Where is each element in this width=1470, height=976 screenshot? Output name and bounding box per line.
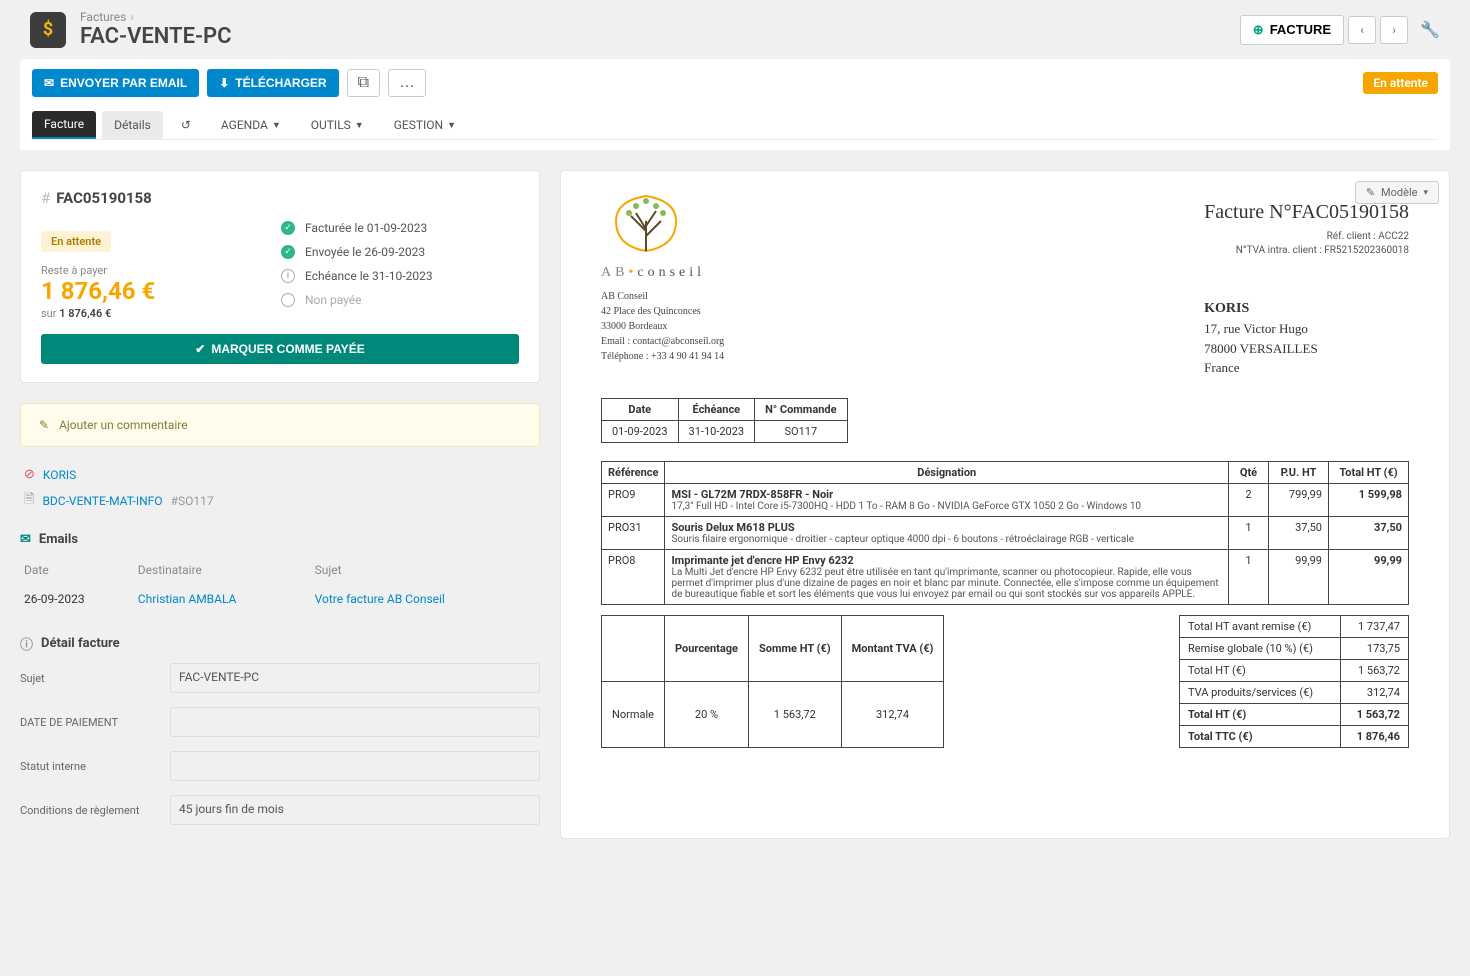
related-links: ⊘ KORIS 🗎 BDC-VENTE-MAT-INFO #SO117 <box>20 467 540 512</box>
tab-details[interactable]: Détails <box>102 111 163 139</box>
total-line: sur 1 876,46 € <box>41 307 241 320</box>
mark-paid-button[interactable]: ✔ MARQUER COMME PAYÉE <box>41 334 519 364</box>
line-row: PRO9MSI - GL72M 7RDX-858FR - Noir17,3" F… <box>602 483 1409 516</box>
lines-table: Référence Désignation Qté P.U. HT Total … <box>601 461 1409 605</box>
info-icon: ⓘ <box>20 634 33 653</box>
invoice-number: #FAC05190158 <box>41 189 519 207</box>
mail-icon: ✉ <box>20 532 31 547</box>
check-icon: ✓ <box>281 221 295 235</box>
tab-facture[interactable]: Facture <box>32 111 96 139</box>
status-badge: En attente <box>1363 72 1438 94</box>
empty-icon <box>281 293 295 307</box>
action-card: ✉ ENVOYER PAR EMAIL ⬇ TÉLÉCHARGER ⧉ … En… <box>20 59 1450 150</box>
timeline: ✓Facturée le 01-09-2023 ✓Envoyée le 26-0… <box>281 221 519 320</box>
plus-icon: ⊕ <box>1253 22 1264 38</box>
invoice-preview: ✎ Modèle ▾ AB•conseil AB Conseil 42 Plac… <box>560 170 1450 839</box>
model-button[interactable]: ✎ Modèle ▾ <box>1355 181 1439 204</box>
document-icon: 🗎 <box>24 490 34 512</box>
history-icon: ↺ <box>181 118 191 132</box>
check-icon: ✔ <box>195 342 205 356</box>
recipient-link[interactable]: Christian AMBALA <box>138 592 237 606</box>
preview-title: Facture N°FAC05190158 <box>1204 201 1409 224</box>
page-title: FAC-VENTE-PC <box>80 24 232 49</box>
subject-link[interactable]: Votre facture AB Conseil <box>315 592 445 606</box>
pencil-icon: ✎ <box>39 418 49 432</box>
emails-section: ✉Emails Date Destinataire Sujet 26-09-20… <box>20 532 540 614</box>
totals-table: Total HT avant remise (€)1 737,47Remise … <box>1179 615 1409 748</box>
remaining-label: Reste à payer <box>41 264 241 277</box>
new-invoice-button[interactable]: ⊕ FACTURE <box>1240 15 1344 45</box>
next-button[interactable]: › <box>1380 16 1408 44</box>
copy-button[interactable]: ⧉ <box>347 69 380 97</box>
terms-input[interactable]: 45 jours fin de mois <box>170 795 540 825</box>
meta-table: DateÉchéanceN° Commande 01-09-202331-10-… <box>601 398 848 443</box>
remaining-amount: 1 876,46 € <box>41 277 241 305</box>
more-button[interactable]: … <box>388 69 426 97</box>
order-link[interactable]: BDC-VENTE-MAT-INFO <box>42 494 162 508</box>
email-row[interactable]: 26-09-2023 Christian AMBALA Votre factur… <box>20 584 540 615</box>
payment-date-input[interactable] <box>170 707 540 737</box>
pencil-icon: ✎ <box>1366 186 1375 199</box>
download-icon: ⬇ <box>219 76 229 90</box>
info-icon: i <box>281 269 295 283</box>
status-pill: En attente <box>41 231 111 252</box>
subject-input[interactable]: FAC-VENTE-PC <box>170 663 540 693</box>
module-icon: $ <box>30 12 66 48</box>
tab-gestion[interactable]: GESTION▼ <box>382 111 468 139</box>
mail-icon: ✉ <box>44 76 54 90</box>
check-icon: ✓ <box>281 245 295 259</box>
detail-section: ⓘDétail facture Sujet FAC-VENTE-PC DATE … <box>20 634 540 839</box>
page-header: $ Factures› FAC-VENTE-PC ⊕ FACTURE ‹ › 🔧 <box>0 0 1470 59</box>
download-button[interactable]: ⬇ TÉLÉCHARGER <box>207 69 338 97</box>
tab-agenda[interactable]: AGENDA▼ <box>209 111 293 139</box>
line-row: PRO8Imprimante jet d'encre HP Envy 6232L… <box>602 549 1409 604</box>
vendor-logo: AB•conseil AB Conseil 42 Place des Quinc… <box>601 191 724 364</box>
tax-table: PourcentageSomme HT (€)Montant TVA (€) N… <box>601 615 944 748</box>
client-block: KORIS 17, rue Victor Hugo 78000 VERSAILL… <box>1204 298 1409 378</box>
warning-icon: ⊘ <box>24 467 35 482</box>
add-comment-button[interactable]: ✎ Ajouter un commentaire <box>20 403 540 447</box>
breadcrumb[interactable]: Factures› <box>80 10 232 24</box>
line-row: PRO31Souris Delux M618 PLUSSouris filair… <box>602 516 1409 549</box>
tab-tools[interactable]: OUTILS▼ <box>299 111 376 139</box>
client-link[interactable]: KORIS <box>43 468 76 482</box>
tab-history[interactable]: ↺ <box>169 111 203 139</box>
prev-button[interactable]: ‹ <box>1348 16 1376 44</box>
send-email-button[interactable]: ✉ ENVOYER PAR EMAIL <box>32 69 199 97</box>
wrench-icon[interactable]: 🔧 <box>1420 20 1440 39</box>
internal-status-input[interactable] <box>170 751 540 781</box>
summary-panel: #FAC05190158 En attente Reste à payer 1 … <box>20 170 540 383</box>
